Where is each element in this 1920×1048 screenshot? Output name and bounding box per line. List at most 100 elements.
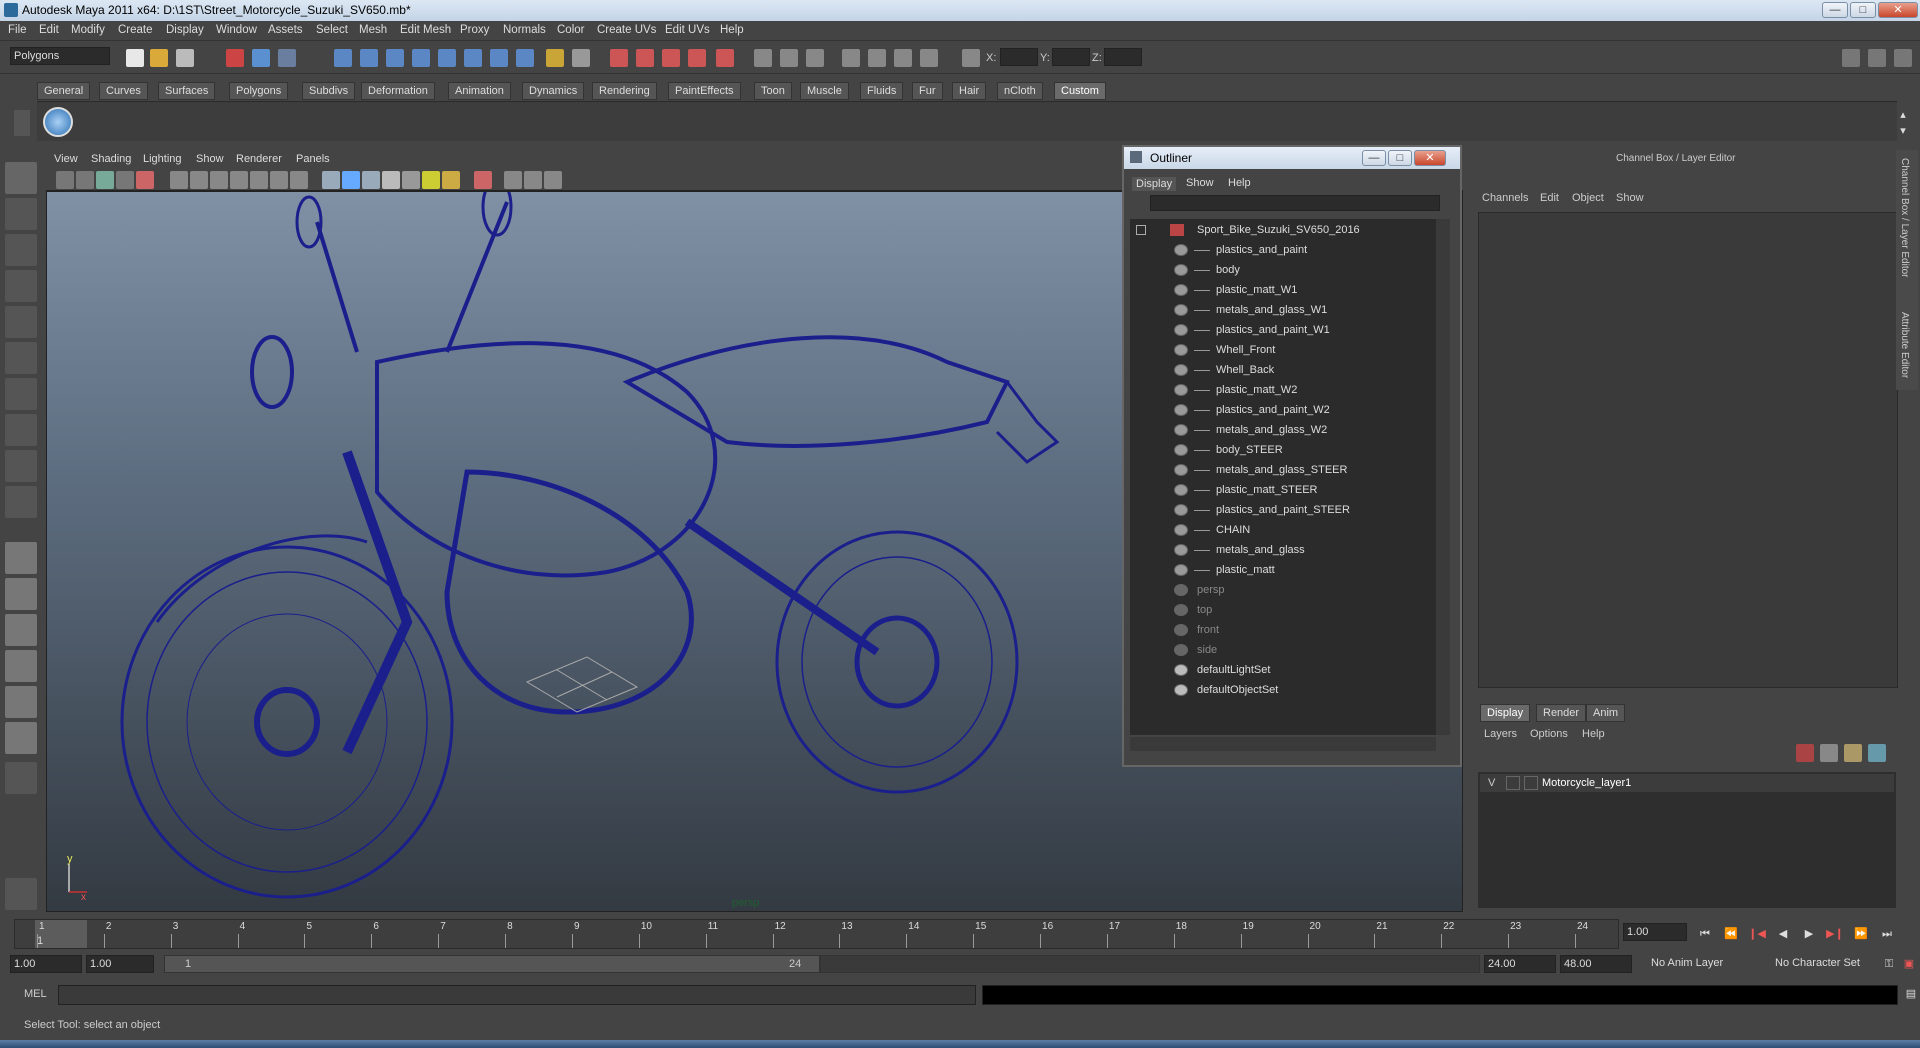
outliner-row[interactable]: plastics_and_paint_W1 (1130, 321, 1436, 341)
wireframe-icon[interactable] (322, 171, 340, 189)
shelf-tab-fur[interactable]: Fur (912, 82, 943, 100)
pick-surfaces-icon[interactable] (412, 49, 430, 67)
minimize-button[interactable]: — (1822, 2, 1848, 18)
command-language-label[interactable]: MEL (24, 988, 47, 1000)
grease-pencil-icon[interactable] (136, 171, 154, 189)
four-pane-layout-icon[interactable] (5, 578, 37, 610)
hypershade-layout-icon[interactable] (5, 686, 37, 718)
channels-menu[interactable]: Channels (1482, 192, 1528, 204)
step-forward-frame-icon[interactable]: ▶❙ (1826, 925, 1844, 943)
render-current-icon[interactable] (868, 49, 886, 67)
mode-selector[interactable]: Polygons (10, 47, 110, 65)
outliner-camera-row[interactable]: persp (1130, 581, 1436, 601)
go-to-end-icon[interactable]: ⏭ (1878, 925, 1896, 943)
outliner-vscrollbar[interactable] (1436, 219, 1450, 735)
outliner-camera-row[interactable]: top (1130, 601, 1436, 621)
wireframe-on-shaded-icon[interactable] (362, 171, 380, 189)
show-tool-settings-icon[interactable] (1868, 49, 1886, 67)
transform-mode-icon[interactable] (962, 49, 980, 67)
shelf-scroll-down-icon[interactable]: ▾ (1894, 122, 1912, 140)
layers-menu[interactable]: Layers (1484, 728, 1517, 740)
checkmark-shelf-icon[interactable] (43, 107, 73, 137)
range-slider-bar[interactable]: 1 24 (164, 955, 820, 973)
shelf-tab-animation[interactable]: Animation (448, 82, 511, 100)
resolution-gate-icon[interactable] (210, 171, 228, 189)
vp-menu-view[interactable]: View (54, 153, 78, 165)
pick-deformations-icon[interactable] (438, 49, 456, 67)
outliner-menu-help[interactable]: Help (1228, 177, 1251, 189)
menu-mesh[interactable]: Mesh (359, 24, 387, 36)
shelf-tab-painteffects[interactable]: PaintEffects (668, 82, 741, 100)
outliner-persp-layout-icon[interactable] (5, 614, 37, 646)
save-scene-icon[interactable] (176, 49, 194, 67)
shelf-tab-dynamics[interactable]: Dynamics (522, 82, 585, 100)
vp-menu-panels[interactable]: Panels (296, 153, 330, 165)
shelf-tab-deformation[interactable]: Deformation (361, 82, 435, 100)
layer-color-swatch[interactable] (1524, 776, 1538, 790)
shelf-tab-toon[interactable]: Toon (754, 82, 792, 100)
select-tool-icon[interactable] (5, 162, 37, 194)
outliner-row[interactable]: plastic_matt_STEER (1130, 481, 1436, 501)
go-to-start-icon[interactable]: ⏮ (1696, 925, 1714, 943)
pick-rendering-icon[interactable] (490, 49, 508, 67)
outliner-row[interactable]: plastic_matt_W1 (1130, 281, 1436, 301)
single-pane-layout-icon[interactable] (5, 542, 37, 574)
shelf-tab-rendering[interactable]: Rendering (592, 82, 657, 100)
outliner-filter-field[interactable] (1150, 195, 1440, 211)
isolate-select-icon[interactable] (474, 171, 492, 189)
hud-icon[interactable] (544, 171, 562, 189)
manipulator-tool-icon[interactable] (5, 378, 37, 410)
show-channel-box-icon[interactable] (1894, 49, 1912, 67)
character-set-dropdown[interactable]: No Character Set (1772, 955, 1880, 973)
outliner-row[interactable]: plastics_and_paint_W2 (1130, 401, 1436, 421)
new-layer-icon[interactable] (1820, 744, 1838, 762)
animation-prefs-icon[interactable]: ▣ (1900, 955, 1918, 973)
outliner-row[interactable]: Whell_Back (1130, 361, 1436, 381)
safe-title-icon[interactable] (290, 171, 308, 189)
outliner-tree[interactable]: Sport_Bike_Suzuki_SV650_2016 plastics_an… (1130, 219, 1436, 735)
shadows-icon[interactable] (442, 171, 460, 189)
outliner-row[interactable]: plastic_matt_W2 (1130, 381, 1436, 401)
menu-normals[interactable]: Normals (503, 24, 546, 36)
select-component-icon[interactable] (278, 49, 296, 67)
menu-display[interactable]: Display (166, 24, 204, 36)
snap-plane-icon[interactable] (688, 49, 706, 67)
attribute-editor-side-tab[interactable]: Attribute Editor (1899, 312, 1910, 378)
outliner-camera-row[interactable]: front (1130, 621, 1436, 641)
vp-menu-shading[interactable]: Shading (91, 153, 131, 165)
xray-icon[interactable] (504, 171, 522, 189)
highlight-selection-icon[interactable] (572, 49, 590, 67)
open-scene-icon[interactable] (150, 49, 168, 67)
shelf-tab-muscle[interactable]: Muscle (800, 82, 849, 100)
camera-attr-icon[interactable] (56, 171, 74, 189)
delete-layer-icon[interactable] (1796, 744, 1814, 762)
menu-edit[interactable]: Edit (39, 24, 59, 36)
2d-pan-icon[interactable] (116, 171, 134, 189)
default-lighting-icon[interactable] (402, 171, 420, 189)
menu-proxy[interactable]: Proxy (460, 24, 489, 36)
playback-start-field[interactable]: 1.00 (86, 955, 154, 973)
shelf-tab-subdivs[interactable]: Subdivs (302, 82, 356, 100)
outliner-row[interactable]: metals_and_glass (1130, 541, 1436, 561)
outliner-row[interactable]: plastics_and_paint_STEER (1130, 501, 1436, 521)
show-menu[interactable]: Show (1616, 192, 1644, 204)
outliner-root-row[interactable]: Sport_Bike_Suzuki_SV650_2016 (1130, 221, 1436, 241)
layer-options-icon[interactable] (1868, 744, 1886, 762)
make-live-icon[interactable] (716, 49, 734, 67)
outliner-set-row[interactable]: defaultObjectSet (1130, 681, 1436, 701)
select-object-icon[interactable] (252, 49, 270, 67)
soft-mod-tool-icon[interactable] (5, 414, 37, 446)
outliner-close-button[interactable]: ✕ (1414, 150, 1446, 166)
input-ops-icon[interactable] (754, 49, 772, 67)
range-slider-empty[interactable] (820, 955, 1480, 973)
vp-menu-lighting[interactable]: Lighting (143, 153, 182, 165)
menu-color[interactable]: Color (557, 24, 584, 36)
snap-grid-icon[interactable] (610, 49, 628, 67)
maximize-button[interactable]: □ (1850, 2, 1876, 18)
shelf-tab-fluids[interactable]: Fluids (860, 82, 904, 100)
outliner-row[interactable]: metals_and_glass_W1 (1130, 301, 1436, 321)
outliner-camera-row[interactable]: side (1130, 641, 1436, 661)
object-menu[interactable]: Object (1572, 192, 1604, 204)
menu-create[interactable]: Create (118, 24, 153, 36)
outliner-menu-show[interactable]: Show (1186, 177, 1214, 189)
